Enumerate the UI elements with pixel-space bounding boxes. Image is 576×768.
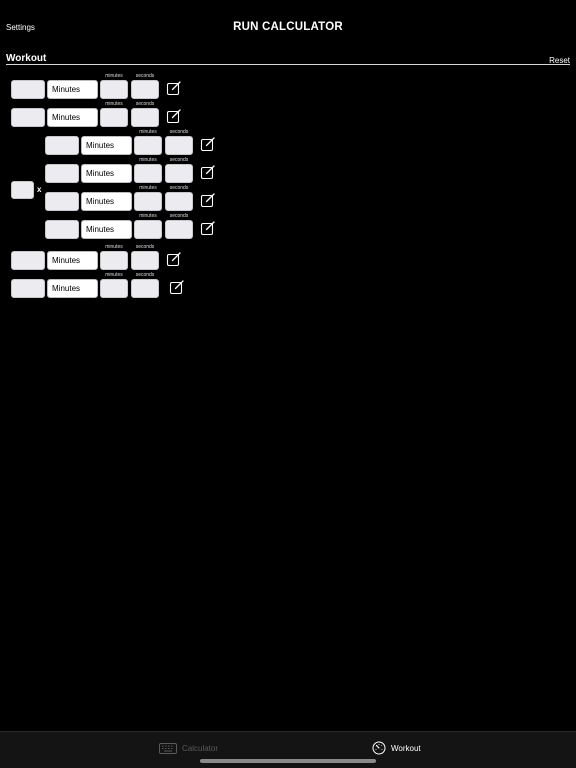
unit-selector[interactable]: Minutes — [81, 192, 132, 211]
seconds-field[interactable] — [165, 220, 193, 239]
edit-icon[interactable] — [200, 164, 216, 180]
edit-icon[interactable] — [166, 251, 182, 267]
unit-selector[interactable]: Minutes — [47, 80, 98, 99]
minutes-caption: minutes — [139, 213, 157, 219]
seconds-caption: seconds — [169, 129, 189, 135]
minutes-field[interactable] — [134, 192, 162, 211]
seconds-field[interactable] — [165, 136, 193, 155]
seconds-caption: seconds — [169, 185, 189, 191]
minutes-field[interactable] — [100, 108, 128, 127]
workout-row: Minutes minutes seconds — [11, 272, 231, 307]
repeat-count-field[interactable] — [11, 181, 34, 199]
edit-icon[interactable] — [166, 108, 182, 124]
distance-field[interactable] — [45, 164, 79, 183]
home-indicator — [200, 759, 376, 763]
minutes-field[interactable] — [134, 136, 162, 155]
page-title: RUN CALCULATOR — [233, 21, 343, 33]
unit-selector[interactable]: Minutes — [81, 164, 132, 183]
edit-icon[interactable] — [200, 192, 216, 208]
tab-calculator-label: Calculator — [182, 743, 219, 753]
seconds-caption: seconds — [135, 101, 155, 107]
seconds-field[interactable] — [165, 164, 193, 183]
seconds-caption: seconds — [135, 73, 155, 79]
tab-workout[interactable]: Workout — [372, 740, 421, 756]
section-title: Workout — [6, 53, 47, 64]
minutes-field[interactable] — [134, 220, 162, 239]
section-divider — [6, 64, 570, 65]
seconds-field[interactable] — [131, 279, 159, 298]
edit-icon[interactable] — [166, 80, 182, 96]
seconds-field[interactable] — [165, 192, 193, 211]
edit-icon[interactable] — [169, 279, 185, 295]
minutes-caption: minutes — [139, 129, 157, 135]
unit-selector[interactable]: Minutes — [81, 136, 132, 155]
distance-field[interactable] — [11, 108, 45, 127]
unit-selector[interactable]: Minutes — [47, 108, 98, 127]
seconds-field[interactable] — [131, 108, 159, 127]
tab-calculator[interactable]: Calculator — [159, 740, 218, 756]
unit-selector[interactable]: Minutes — [81, 220, 132, 239]
keyboard-icon — [159, 742, 177, 754]
repeat-multiplier: x — [37, 185, 42, 194]
edit-icon[interactable] — [200, 220, 216, 236]
minutes-caption: minutes — [105, 73, 123, 79]
seconds-field[interactable] — [131, 251, 159, 270]
seconds-caption: seconds — [135, 244, 155, 250]
distance-field[interactable] — [45, 136, 79, 155]
speedometer-icon — [372, 741, 386, 755]
seconds-caption: seconds — [169, 157, 189, 163]
minutes-field[interactable] — [100, 279, 128, 298]
distance-field[interactable] — [11, 279, 45, 298]
unit-selector[interactable]: Minutes — [47, 251, 98, 270]
distance-field[interactable] — [45, 192, 79, 211]
seconds-caption: seconds — [169, 213, 189, 219]
distance-field[interactable] — [45, 220, 79, 239]
tab-workout-label: Workout — [391, 743, 421, 753]
unit-selector[interactable]: Minutes — [47, 279, 98, 298]
minutes-caption: minutes — [139, 185, 157, 191]
distance-field[interactable] — [11, 251, 45, 270]
minutes-caption: minutes — [105, 244, 123, 250]
seconds-field[interactable] — [131, 80, 159, 99]
minutes-field[interactable] — [134, 164, 162, 183]
seconds-caption: seconds — [135, 272, 155, 278]
minutes-field[interactable] — [100, 80, 128, 99]
minutes-caption: minutes — [105, 272, 123, 278]
minutes-caption: minutes — [105, 101, 123, 107]
edit-icon[interactable] — [200, 136, 216, 152]
navigation-bar: Settings RUN CALCULATOR — [0, 0, 576, 56]
minutes-caption: minutes — [139, 157, 157, 163]
distance-field[interactable] — [11, 80, 45, 99]
minutes-field[interactable] — [100, 251, 128, 270]
